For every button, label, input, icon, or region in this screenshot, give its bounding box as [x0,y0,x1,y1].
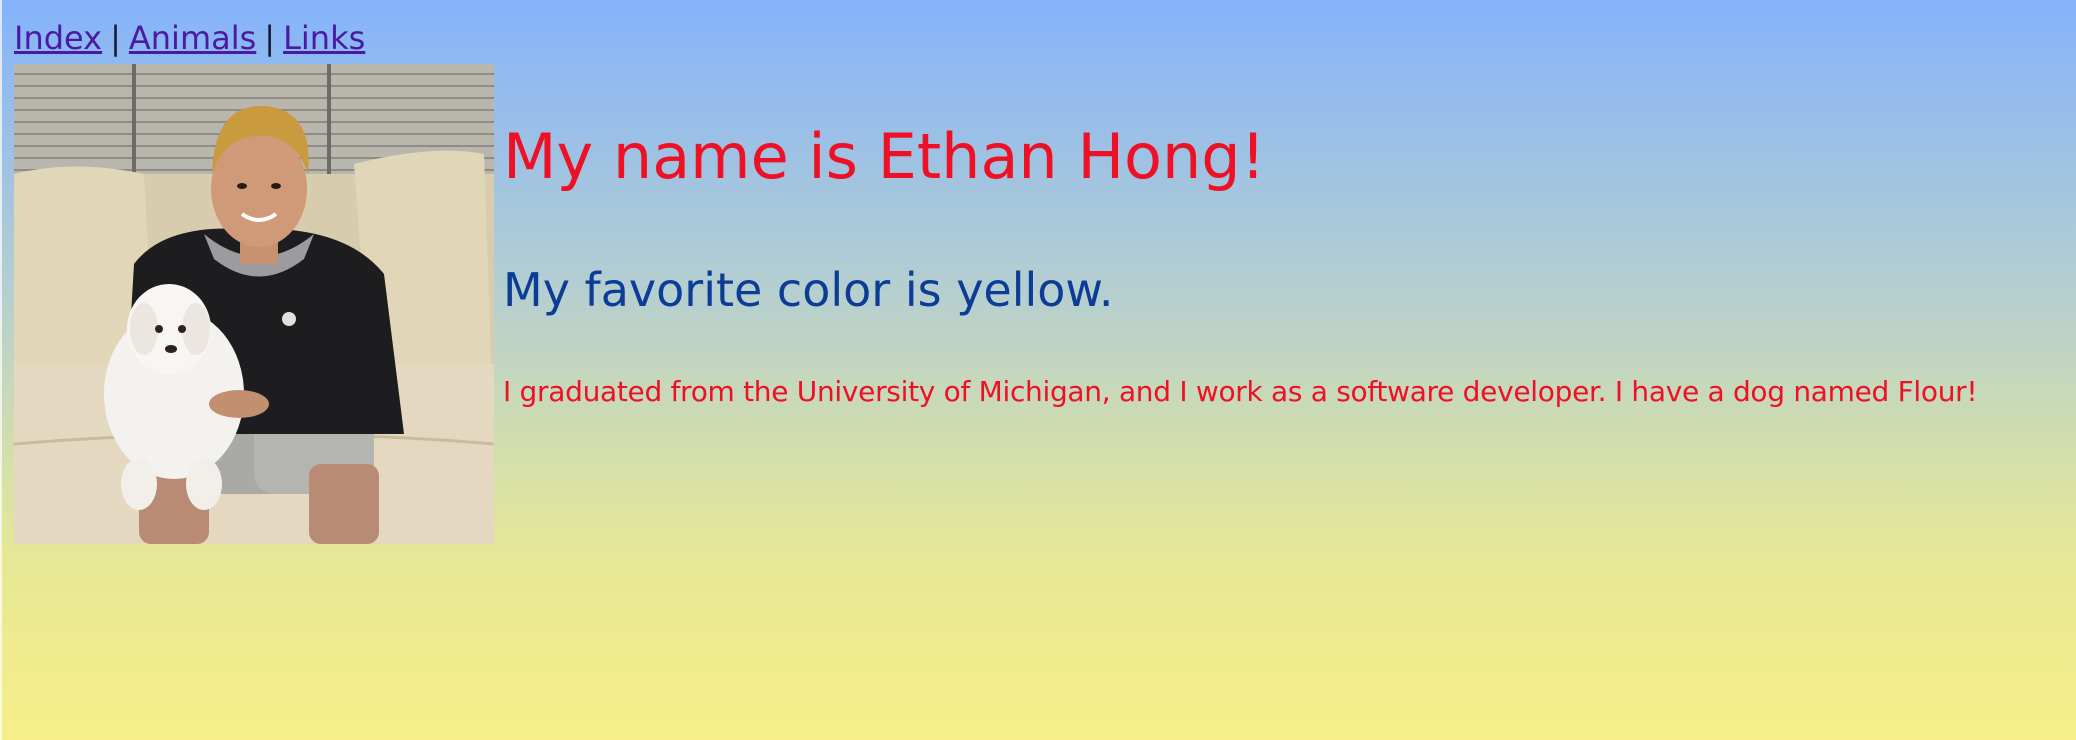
profile-photo [14,64,494,544]
nav-link-links[interactable]: Links [283,19,365,57]
bio-text: I graduated from the University of Michi… [503,375,1978,408]
top-nav: Index | Animals | Links [14,16,365,60]
nav-link-index[interactable]: Index [14,19,102,57]
window-edge [0,0,2,740]
favorite-color-heading: My favorite color is yellow. [503,263,1114,317]
page-title: My name is Ethan Hong! [503,120,1266,193]
nav-separator: | [110,19,121,57]
nav-separator: | [264,19,276,57]
profile-photo-illustration [14,64,494,544]
nav-link-animals[interactable]: Animals [129,19,256,57]
